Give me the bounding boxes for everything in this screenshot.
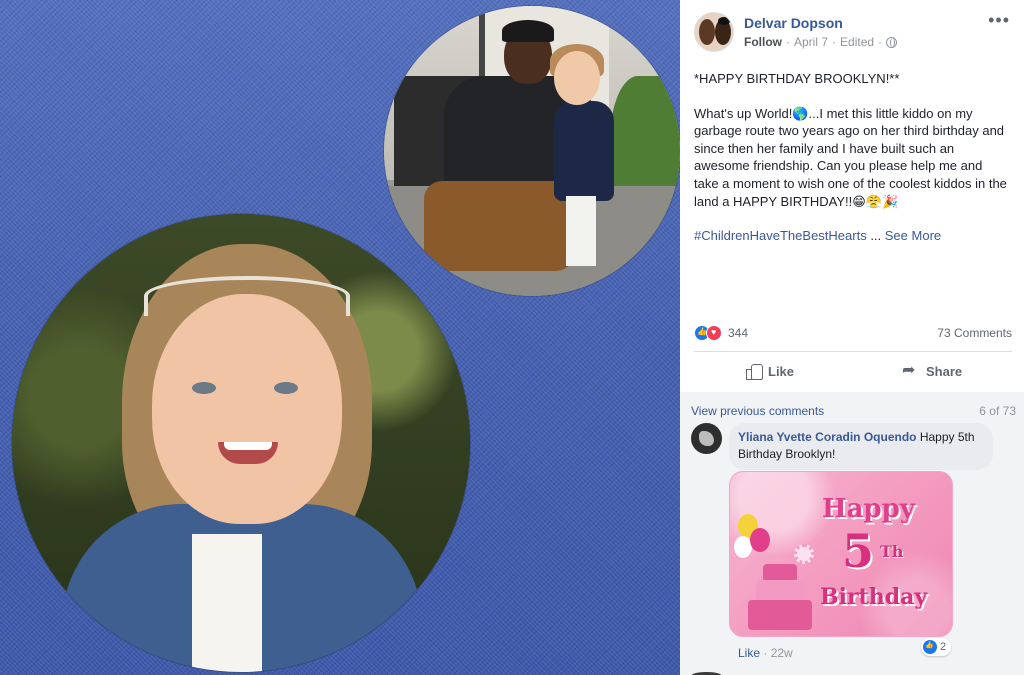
meta-separator: ·	[832, 35, 837, 49]
globe-icon	[886, 36, 898, 48]
author-name[interactable]: Delvar Dopson	[744, 15, 843, 31]
portrait-headband	[144, 276, 350, 316]
portrait-teeth	[224, 442, 272, 450]
comment-like-link[interactable]: Like	[738, 646, 760, 660]
share-button[interactable]: Share	[902, 356, 962, 386]
meta-separator: ·	[763, 646, 771, 660]
follow-link[interactable]: Follow	[744, 35, 782, 49]
comment-time[interactable]: 22w	[771, 646, 793, 660]
portrait-eye-right	[274, 382, 298, 394]
reaction-count[interactable]: 344	[728, 326, 748, 340]
comment-reaction-count: 2	[940, 641, 947, 653]
sticker-text-happy: Happy	[822, 494, 915, 524]
portrait-eye-left	[192, 382, 216, 394]
like-reaction-icon	[923, 640, 937, 654]
love-reaction-icon[interactable]	[706, 325, 722, 341]
share-label: Share	[926, 363, 963, 379]
commenter-name[interactable]: Yliana Yvette Coradin Oquendo	[738, 430, 916, 444]
post-header: Delvar Dopson Follow · April 7 · Edited …	[694, 11, 1014, 52]
see-more-link[interactable]: See More	[885, 228, 941, 243]
post-paragraph-3: #ChildrenHaveTheBestHearts ... See More	[694, 227, 1010, 245]
portrait-shirt	[192, 534, 262, 672]
edited-label[interactable]: Edited	[840, 35, 874, 49]
portrait-face	[152, 294, 342, 524]
flower-decoration	[794, 544, 814, 564]
girl-body	[554, 101, 614, 201]
share-icon	[902, 360, 920, 380]
comments-count[interactable]: 73 Comments	[937, 326, 1012, 340]
ellipsis-icon[interactable]: •••	[988, 11, 1010, 29]
post-meta: Follow · April 7 · Edited ·	[744, 35, 898, 49]
man-cap	[502, 20, 554, 42]
commenter-avatar[interactable]	[691, 423, 722, 454]
sticker-text-birthday: Birthday	[820, 584, 928, 610]
post-paragraph-2: What's up World!🌎...I met this little ki…	[694, 105, 1007, 209]
reactions-bar: 344 73 Comments	[694, 325, 1012, 343]
girl-head	[554, 51, 600, 105]
girl-legs	[566, 196, 596, 266]
author-avatar[interactable]	[694, 12, 734, 52]
comment-reaction-badge[interactable]: 2	[921, 638, 952, 656]
cake-tier-middle	[756, 580, 804, 602]
action-bar: Like Share	[694, 356, 1012, 386]
comments-pager: 6 of 73	[979, 404, 1016, 418]
post-paragraph-1: *HAPPY BIRTHDAY BROOKLYN!**	[694, 71, 900, 86]
photo-area[interactable]	[0, 0, 680, 675]
meta-separator: ·	[786, 35, 790, 49]
thumbs-up-icon	[746, 363, 763, 380]
ellipsis-text: ...	[866, 228, 885, 244]
post-panel: Delvar Dopson Follow · April 7 · Edited …	[680, 0, 1024, 675]
balloon-pink	[750, 528, 770, 552]
divider	[694, 351, 1012, 352]
sticker-text-number: 5	[842, 524, 875, 578]
comment-actions: Like · 22w	[738, 646, 793, 660]
comment-bubble: Yliana Yvette Coradin Oquendo Happy 5th …	[729, 423, 993, 470]
like-button[interactable]: Like	[746, 356, 794, 386]
comments-section: View previous comments 6 of 73 Yliana Yv…	[680, 392, 1024, 675]
cake-tier-bottom	[748, 600, 812, 630]
photo-girl-portrait[interactable]	[12, 214, 470, 672]
sticker-text-suffix: Th	[880, 542, 904, 561]
like-label: Like	[768, 363, 795, 379]
post-body: *HAPPY BIRTHDAY BROOKLYN!** What's up Wo…	[694, 70, 1010, 262]
view-previous-comments-link[interactable]: View previous comments	[691, 404, 824, 418]
meta-separator: ·	[878, 35, 883, 49]
birthday-sticker[interactable]: Happy 5 Th Birthday	[729, 471, 953, 637]
hashtag-link[interactable]: #ChildrenHaveTheBestHearts	[694, 228, 867, 243]
post-date[interactable]: April 7	[794, 35, 828, 49]
